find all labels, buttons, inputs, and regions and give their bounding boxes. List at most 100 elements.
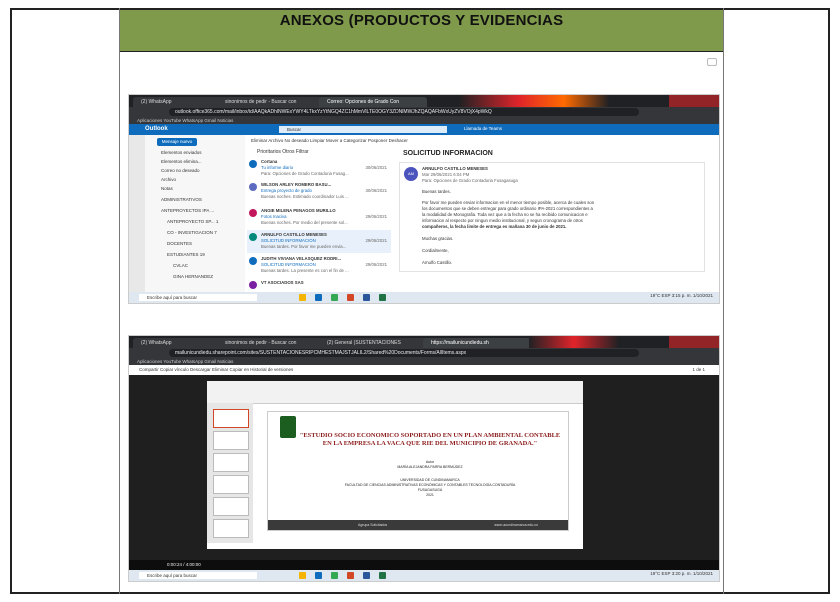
folder-item[interactable]: Archivo	[161, 177, 176, 182]
read-body-line: la modalidad de Monografia. Toda vez que…	[422, 212, 588, 217]
slide-thumbnail[interactable]	[213, 431, 249, 450]
folder-item[interactable]: GINA HERNANDEZ	[173, 274, 213, 279]
edge-icon[interactable]	[315, 294, 322, 301]
sender: ANGIE MILENA PENAGOS MURILLO	[261, 208, 336, 213]
date: 29/06/2021	[365, 214, 387, 219]
slide-author-label: Autor	[425, 460, 435, 464]
browser-tab[interactable]: (2) General (SUSTENTACIONES	[319, 338, 427, 348]
university-logo-icon	[280, 416, 296, 438]
video-controls[interactable]: 0:00:24 / 4:00:00	[129, 560, 719, 570]
browser-tab[interactable]: (2) WhatsApp	[133, 338, 221, 348]
folder-item[interactable]: ANTEPROYECTO SP... 1	[167, 219, 218, 224]
powerpoint-icon[interactable]	[347, 294, 354, 301]
address-bar: mailunicundiedu.sharepoint.com/sites/SUS…	[129, 348, 719, 358]
folder-item[interactable]: ADMINISTRATIVOS	[161, 197, 202, 202]
file-explorer-icon[interactable]	[299, 572, 306, 579]
preview: Buenas tardes. Por favor me pueden envia…	[261, 244, 347, 249]
slide-institution: UNIVERSIDAD DE CUNDINAMARCA	[400, 478, 460, 482]
list-item[interactable]: WILSON ARLEY ROMERO BASU... Entrega proy…	[247, 180, 391, 203]
powerpoint-icon[interactable]	[347, 572, 354, 579]
excel-icon[interactable]	[379, 572, 386, 579]
bookmarks-bar[interactable]: Aplicaciones YouTube WhatsApp Gmail Noti…	[129, 117, 719, 124]
folder-item[interactable]: Elementos elimina...	[161, 159, 202, 164]
taskbar-search-input[interactable]: Escribe aquí para buscar	[139, 294, 257, 301]
browser-tab-active[interactable]: https://mailunicundiedu.sh	[423, 338, 531, 348]
read-body-line: Por favor me pueden enviar informacion e…	[422, 200, 595, 205]
folder-item[interactable]: ESTUDIANTES 19	[167, 252, 205, 257]
taskbar-search-input[interactable]: Escribe aquí para buscar	[139, 572, 257, 579]
app-rail	[129, 135, 145, 292]
avatar	[249, 209, 257, 217]
read-to: Para: Opciones de Grado Contaduria Fusag…	[422, 178, 518, 183]
teams-call-label[interactable]: Llamada de Teams	[464, 126, 502, 131]
avatar	[249, 183, 257, 191]
read-date: Mar 29/06/2021 6:04 PM	[422, 172, 470, 177]
section-title: ANEXOS (PRODUCTOS Y EVIDENCIAS	[279, 12, 564, 29]
folder-item[interactable]: Elementos enviados	[161, 150, 202, 155]
list-item[interactable]: ARNULFO CASTILLO MENESES SOLICITUD INFOR…	[247, 230, 391, 253]
slide-thumbnail[interactable]	[213, 519, 249, 538]
folder-item[interactable]: CVLAC	[173, 263, 188, 268]
table-left-border	[10, 8, 12, 594]
read-subject: SOLICITUD INFORMACION	[403, 150, 493, 157]
edge-icon[interactable]	[315, 572, 322, 579]
avatar: AM	[404, 167, 418, 181]
search-input[interactable]: Buscar	[279, 126, 447, 133]
slide-thumbnail[interactable]	[213, 453, 249, 472]
url-field[interactable]: outlook.office365.com/mail/inbox/id/AAQk…	[169, 108, 639, 116]
date: 30/06/2021	[365, 188, 387, 193]
date: 29/06/2021	[365, 238, 387, 243]
outlook-header: Outlook Buscar Llamada de Teams	[129, 124, 719, 135]
list-item[interactable]: Cortana Tu informe diario Para: Opciones…	[247, 157, 391, 180]
new-message-button[interactable]: Mensaje nuevo	[157, 138, 197, 146]
subject: SOLICITUD INFORMACION	[261, 262, 316, 267]
folder-item[interactable]: CO - INVESTIGACION 7	[167, 230, 217, 235]
slide-thumbnail[interactable]	[213, 475, 249, 494]
slide-thumbnail[interactable]	[213, 497, 249, 516]
avatar	[249, 257, 257, 265]
read-thanks: Muchas gracias.	[422, 236, 454, 241]
current-slide: "ESTUDIO SOCIO ECONOMICO SOPORTADO EN UN…	[267, 411, 569, 531]
browser-tab[interactable]: sinonimos de pedir - Buscar con	[217, 97, 323, 107]
folder-item[interactable]: DOCENTES	[167, 241, 192, 246]
word-icon[interactable]	[363, 572, 370, 579]
file-explorer-icon[interactable]	[299, 294, 306, 301]
system-tray[interactable]: 19°C ESP 3:15 p. m. 1/10/2021	[650, 293, 713, 298]
date: 29/06/2021	[365, 262, 387, 267]
folder-item[interactable]: Correo no deseado	[161, 168, 200, 173]
url-field[interactable]: mailunicundiedu.sharepoint.com/sites/SUS…	[169, 349, 639, 357]
subject: Entrega proyecto de grado	[261, 188, 312, 193]
slide-thumbnail[interactable]	[213, 409, 249, 428]
read-from: ARNULFO CASTILLO MENESES	[422, 166, 488, 171]
powerpoint-window: "ESTUDIO SOCIO ECONOMICO SOPORTADO EN UN…	[207, 381, 583, 549]
decorative-stripe	[459, 95, 609, 107]
bookmarks-bar[interactable]: Aplicaciones YouTube WhatsApp Gmail Noti…	[129, 358, 719, 365]
ppt-ribbon[interactable]	[207, 381, 583, 404]
folder-item[interactable]: ANTEPROYECTOS IPA ...	[161, 208, 214, 213]
browser-tab[interactable]: sinonimos de pedir - Buscar con	[217, 338, 323, 348]
slide-footer-left: Agrupa Solicitados	[358, 523, 388, 527]
list-item[interactable]: JUDITH VIVIANA VELASQUEZ RODRI... SOLICI…	[247, 254, 391, 277]
section-header: ANEXOS (PRODUCTOS Y EVIDENCIAS	[120, 10, 723, 52]
inbox-tabs[interactable]: Prioritarios Otros Filtrar	[257, 149, 309, 155]
word-icon[interactable]	[363, 294, 370, 301]
browser-tab[interactable]: (2) WhatsApp	[133, 97, 221, 107]
slide-author: MARÍA ALEJANDRA PARRA BERMÚDEZ	[397, 465, 463, 469]
folder-item[interactable]: Notas	[161, 186, 173, 191]
app-name: Outlook	[145, 126, 168, 132]
window-controls[interactable]	[669, 336, 719, 348]
chrome-icon[interactable]	[331, 572, 338, 579]
read-body-line: los documentos que se deben entregar par…	[422, 206, 593, 211]
excel-icon[interactable]	[379, 294, 386, 301]
date: 30/06/2021	[365, 165, 387, 170]
page-indicator: 1 de 1	[692, 367, 705, 372]
browser-tab-active[interactable]: Correo: Opciones de Grado Con	[319, 97, 427, 107]
list-item[interactable]: ANGIE MILENA PENAGOS MURILLO Fotos Inaci…	[247, 206, 391, 229]
subject: Fotos Inaciva	[261, 214, 287, 219]
sender: VT ASOCIADOS SAS	[261, 280, 304, 285]
chrome-icon[interactable]	[331, 294, 338, 301]
table-column-divider-right	[723, 8, 724, 594]
window-controls[interactable]	[669, 95, 719, 107]
windows-taskbar: Escribe aquí para buscar 19°C ESP 3:20 p…	[129, 570, 719, 581]
system-tray[interactable]: 19°C ESP 3:20 p. m. 1/10/2021	[650, 571, 713, 576]
